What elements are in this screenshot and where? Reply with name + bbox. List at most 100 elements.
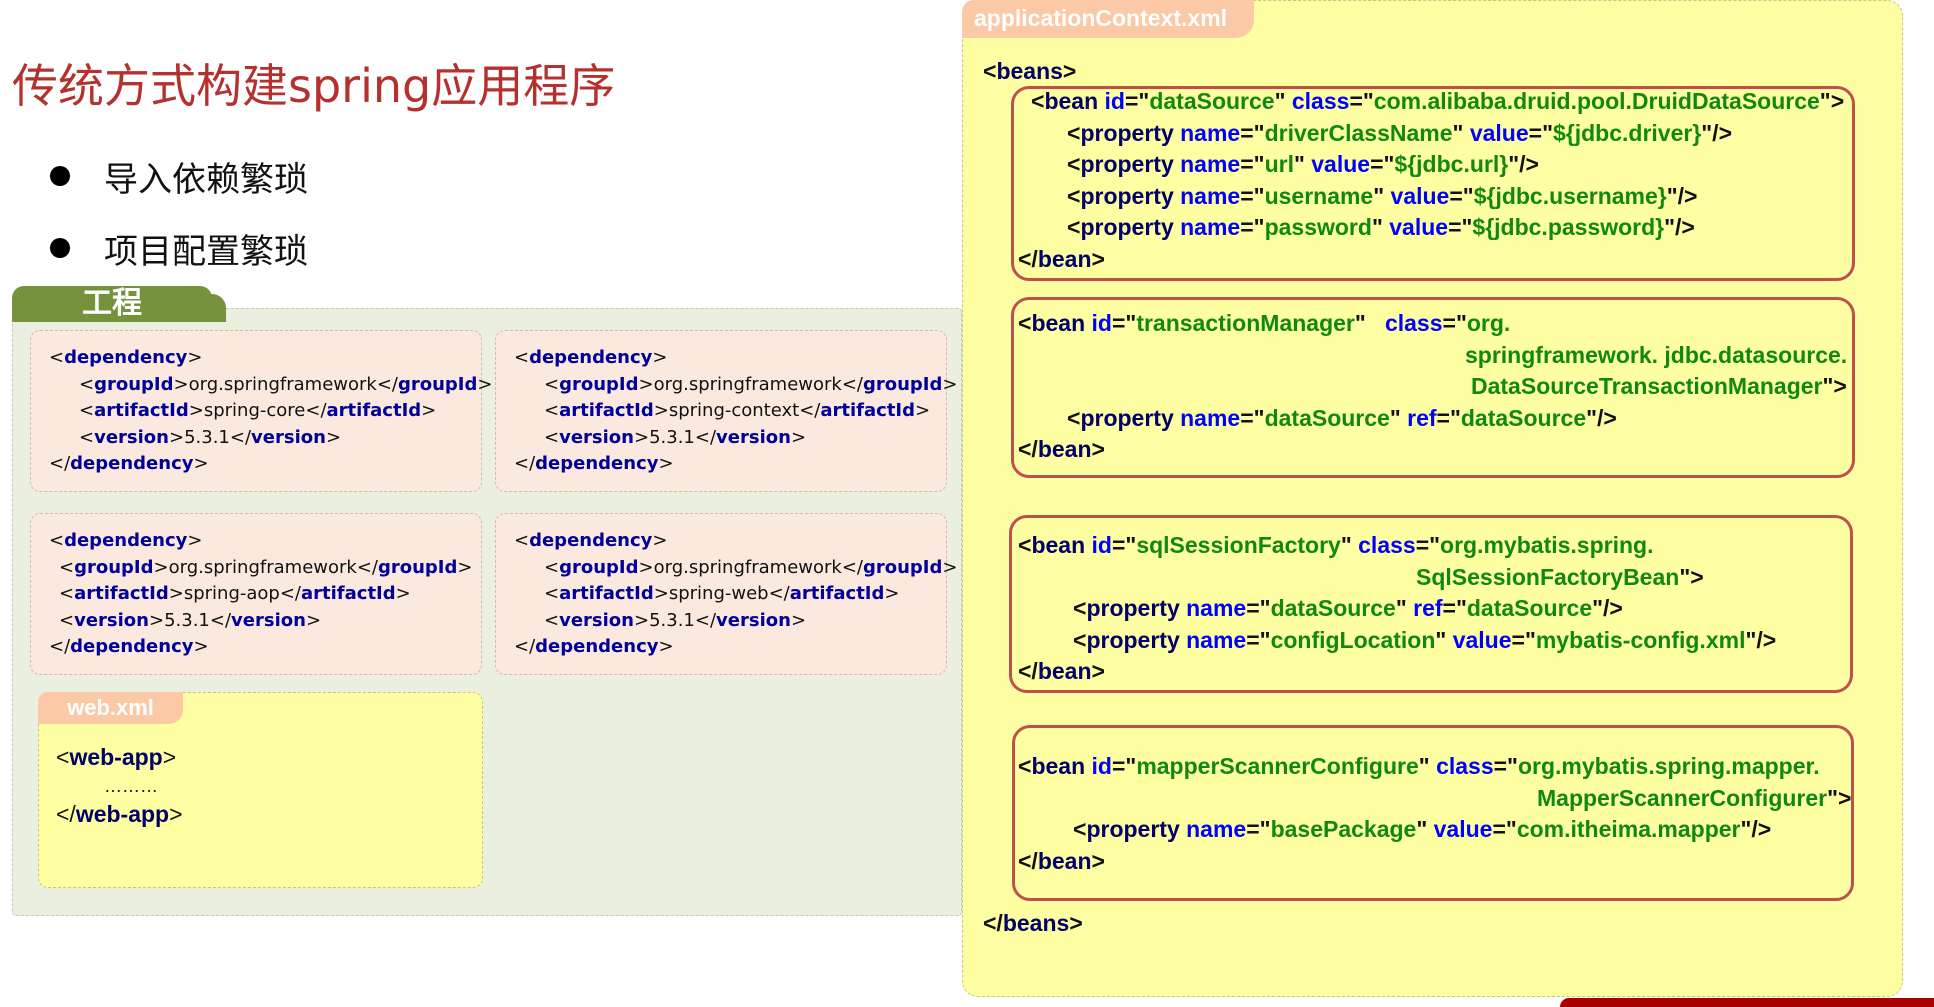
xml-tag: groupId [74,556,154,578]
xml-tag: dependency [70,636,194,657]
bean-class-value: com.alibaba.druid.pool.DruidDataSource [1373,88,1820,114]
property-value: ${jdbc.password} [1472,214,1665,241]
bean-id-value: dataSource [1149,88,1275,114]
bullet-dot-icon [50,166,70,186]
group-id-value: org.springframework [653,373,842,395]
xml-tag: version [74,609,149,631]
xml-attr: ref [1407,404,1437,431]
xml-tag: bean [1031,532,1086,558]
bean-transaction-manager: <bean id="transactionManager" class="org… [1018,310,1848,463]
group-id-value: org.springframework [653,556,842,578]
slide-title: 传统方式构建spring应用程序 [12,59,616,113]
xml-tag: dependency [64,347,188,368]
bean-class-value: org.mybatis.spring.mapper. [1517,753,1820,779]
xml-tag: web-app [69,744,163,770]
xml-tag: groupId [397,373,478,395]
xml-attr: value [1452,626,1512,653]
bean-class-value: MapperScannerConfigurer [1537,784,1828,811]
property-value: com.itheima.mapper [1516,816,1741,843]
artifact-id-value: spring-web [668,583,769,604]
property-value: dataSource [1466,595,1593,622]
xml-tag: groupId [94,373,174,395]
xml-tag: dependency [529,347,653,368]
bean-id-value: transactionManager [1136,310,1355,336]
dependency-box: <dependency> <groupId>org.springframewor… [30,513,482,675]
xml-attr-class: class [1384,310,1443,336]
xml-tag: artifactId [94,400,189,421]
bean-class-value: SqlSessionFactoryBean [1416,563,1680,590]
property-name-value: dataSource [1264,404,1390,431]
xml-tag: bean [1031,310,1086,336]
xml-tag: version [559,426,634,448]
artifact-id-value: spring-core [203,400,306,421]
property-name-value: dataSource [1270,595,1396,622]
xml-tag: groupId [377,556,458,578]
xml-tag: property [1086,626,1180,653]
property-name-value: driverClassName [1264,119,1453,146]
version-value: 5.3.1 [649,426,695,448]
xml-tag: artifactId [559,583,654,604]
group-id-value: org.springframework [168,556,357,578]
xml-tag: property [1080,151,1174,178]
xml-tag: version [94,426,169,448]
xml-tag: beans [1002,910,1070,936]
property-name-value: basePackage [1270,816,1417,843]
xml-attr-name: name [1186,816,1247,843]
bean-id-value: mapperScannerConfigure [1136,753,1419,779]
property-value: mybatis-config.xml [1535,626,1746,653]
dependency-box: <dependency> <groupId>org.springframewor… [30,330,493,492]
xml-tag: bean [1037,436,1092,463]
property-name-value: url [1264,151,1294,178]
dependency-box: <dependency> <groupId>org.springframewor… [495,330,958,492]
xml-attr: value [1311,151,1371,178]
property-value: ${jdbc.username} [1473,182,1667,209]
xml-attr-id: id [1091,532,1112,558]
xml-tag: groupId [862,556,943,578]
bean-class-value: org. [1466,310,1511,336]
xml-tag: groupId [862,373,943,395]
xml-tag: property [1080,119,1174,146]
xml-tag: property [1080,182,1174,209]
xml-tag: bean [1037,658,1092,685]
property-value: dataSource [1460,404,1587,431]
version-value: 5.3.1 [184,426,230,448]
property-value: ${jdbc.driver} [1552,119,1702,146]
dependency-box: <dependency> <groupId>org.springframewor… [495,513,958,675]
xml-attr: value [1390,182,1450,209]
beans-close-line: </beans> [983,910,1083,936]
beans-open-line: <beans> [983,58,1077,84]
xml-tag: dependency [70,453,194,474]
xml-attr: value [1469,119,1529,146]
xml-tag: version [716,609,791,631]
xml-tag: property [1080,214,1174,241]
xml-tag: groupId [559,556,639,578]
xml-attr-name: name [1186,595,1247,622]
bullet-text: 导入依赖繁琐 [104,159,308,200]
bean-id-value: sqlSessionFactory [1136,532,1341,558]
xml-tag: dependency [529,530,653,551]
xml-tag: artifactId [559,400,654,421]
xml-tag: bean [1037,245,1092,272]
bullet-item: 导入依赖繁琐 [50,140,308,212]
bullet-item: 项目配置繁琐 [50,212,308,284]
xml-attr: value [1433,816,1493,843]
web-xml-ellipsis: ……… [104,776,158,796]
property-name-value: configLocation [1270,626,1436,653]
xml-attr-name: name [1180,214,1241,241]
property-value: ${jdbc.url} [1394,151,1509,178]
artifact-id-value: spring-aop [183,583,280,604]
xml-attr-id: id [1091,753,1112,779]
bean-datasource: <bean id="dataSource" class="com.alibaba… [1018,88,1845,272]
xml-attr-id: id [1091,310,1112,336]
property-name-value: password [1264,214,1372,241]
xml-tag: version [716,426,791,448]
xml-tag: bean [1037,847,1092,874]
bullet-text: 项目配置繁琐 [104,231,308,272]
xml-tag: version [251,426,326,448]
xml-attr: ref [1413,595,1443,622]
xml-attr-name: name [1180,119,1241,146]
xml-tag: property [1086,595,1180,622]
xml-tag: property [1080,404,1174,431]
xml-attr-name: name [1180,151,1241,178]
xml-tag: property [1086,816,1180,843]
